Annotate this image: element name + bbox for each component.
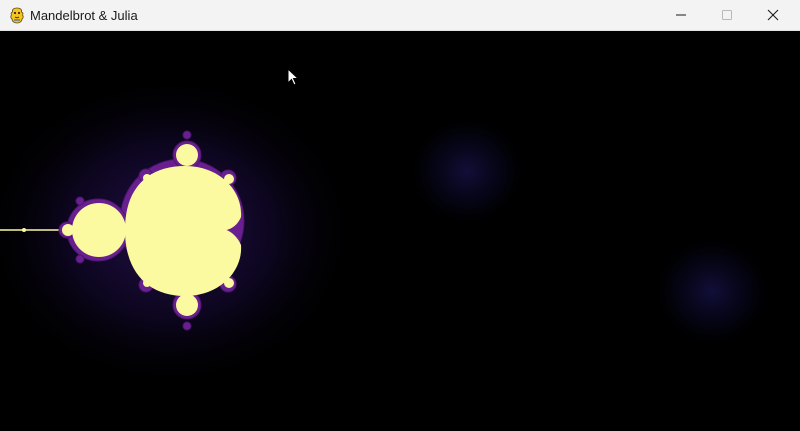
mini-bulb (22, 228, 26, 232)
period2-bulb (72, 203, 126, 257)
close-icon (767, 9, 779, 21)
minimize-icon (676, 14, 686, 16)
app-window: Mandelbrot & Julia (0, 0, 800, 431)
mandelbrot-render (0, 71, 774, 391)
minimize-button[interactable] (658, 0, 704, 30)
lower-left-bulb (143, 279, 151, 287)
left-mini-bulb (62, 224, 74, 236)
faint-blob (405, 113, 529, 229)
maximize-button[interactable] (704, 0, 750, 30)
maximize-icon (722, 10, 732, 20)
upper-left-bulb (143, 174, 151, 182)
faint-blob (650, 233, 774, 349)
lower-right-bulb (224, 278, 234, 288)
mouse-cursor-icon (287, 68, 299, 86)
top-bulb (176, 144, 198, 166)
main-cardioid (125, 166, 242, 296)
pygame-snake-icon (10, 7, 24, 24)
close-button[interactable] (750, 0, 796, 30)
upper-right-bulb (224, 174, 234, 184)
fractal-canvas[interactable] (0, 31, 800, 431)
window-title: Mandelbrot & Julia (30, 8, 138, 23)
title-bar[interactable]: Mandelbrot & Julia (0, 0, 800, 31)
bottom-bulb (176, 294, 198, 316)
